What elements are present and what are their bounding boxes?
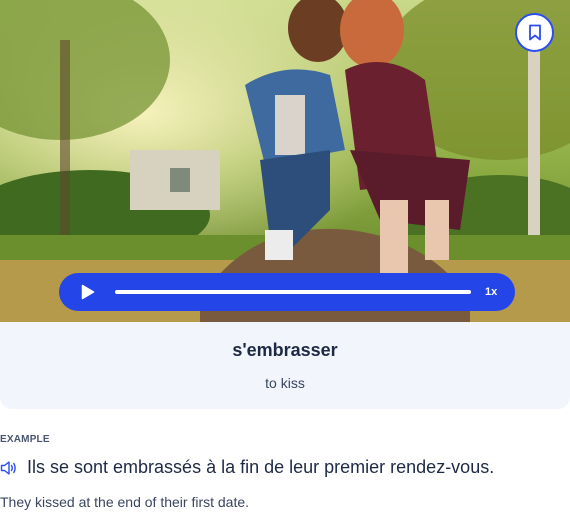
bookmark-button[interactable] xyxy=(515,13,554,52)
example-translation: They kissed at the end of their first da… xyxy=(0,494,250,510)
bookmark-icon xyxy=(528,24,541,41)
speaker-button[interactable] xyxy=(0,459,18,477)
play-icon xyxy=(81,284,95,300)
playback-speed-button[interactable]: 1x xyxy=(485,286,497,298)
speaker-icon xyxy=(0,460,16,475)
example-label: EXAMPLE xyxy=(0,434,50,445)
example-sentence-row: Ils se sont embrassés à la fin de leur p… xyxy=(0,457,494,478)
example-sentence: Ils se sont embrassés à la fin de leur p… xyxy=(27,457,495,477)
play-button[interactable] xyxy=(79,283,97,301)
audio-progress-bar[interactable] xyxy=(115,290,471,294)
word-card: s'embrasser to kiss xyxy=(0,322,570,409)
word-translation: to kiss xyxy=(265,375,305,391)
audio-player: 1x xyxy=(59,273,515,311)
vocabulary-word: s'embrasser xyxy=(232,340,338,360)
